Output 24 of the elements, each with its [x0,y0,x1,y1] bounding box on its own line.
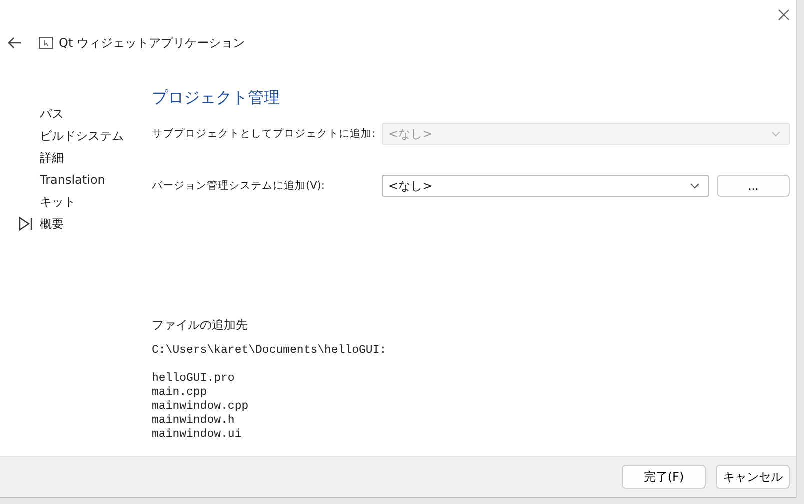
window-icon [39,37,53,49]
file-name: mainwindow.cpp [152,400,250,414]
section-label: ファイルの追加先 [152,317,249,334]
combo-box[interactable]: <なし> [382,175,709,197]
wizard-step: ビルドシステム [40,128,124,144]
back-arrow-icon[interactable] [8,37,22,49]
wizard-step: 概要 [40,216,64,232]
wizard-step: パス [40,106,64,122]
wizard-step: Translation [40,173,106,187]
field-label: バージョン管理システムに追加(V): [152,179,326,193]
finish-button[interactable]: 完了(F) [622,465,706,489]
close-icon[interactable] [778,9,790,21]
cancel-button[interactable]: キャンセル [716,465,790,489]
browse-button[interactable]: ... [717,175,790,197]
file-name: helloGUI.pro [152,372,236,386]
wizard-step: 詳細 [40,150,64,166]
wizard-step: キット [40,194,76,210]
file-name: mainwindow.h [152,414,236,428]
file-name: main.cpp [152,386,208,400]
wizard-title: Qt ウィジェットアプリケーション [59,34,245,52]
file-name: mainwindow.ui [152,428,243,442]
page-title: プロジェクト管理 [152,88,281,109]
folder-path: C:\Users\karet\Documents\helloGUI: [152,344,388,358]
field-label: サブプロジェクトとしてプロジェクトに追加: [152,127,377,141]
